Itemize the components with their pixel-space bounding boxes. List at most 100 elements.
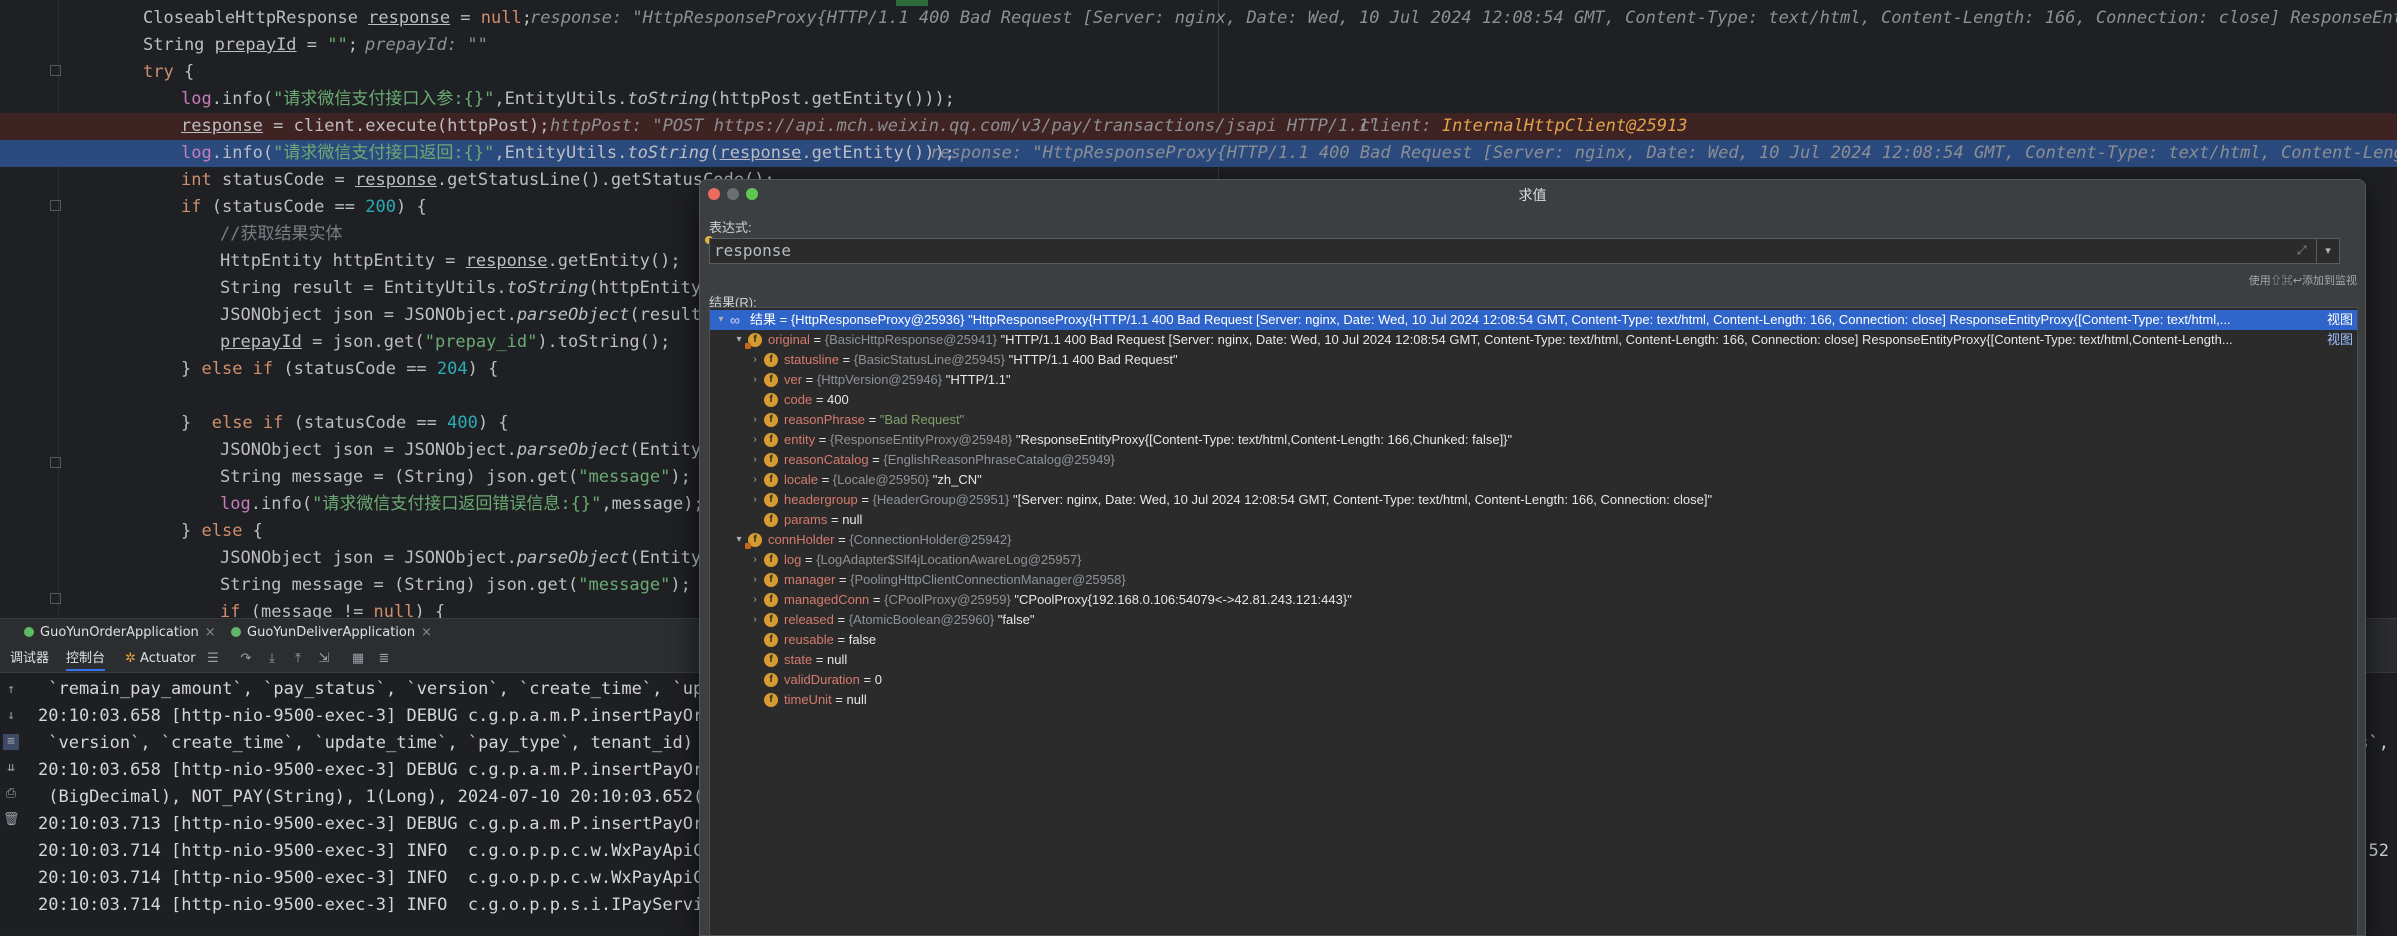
tree-row[interactable]: f reusable = false bbox=[710, 630, 2357, 650]
view-link[interactable]: 视图 bbox=[2327, 330, 2353, 350]
print-icon[interactable]: ⎙ bbox=[3, 786, 19, 802]
variable-value: "HttpResponseProxy{HTTP/1.1 400 Bad Requ… bbox=[968, 312, 2231, 327]
run-tab-order[interactable]: GuoYunOrderApplication × bbox=[24, 623, 216, 643]
run-to-cursor-icon[interactable]: ⇲ bbox=[316, 651, 332, 667]
soft-wrap-icon[interactable]: ≡ bbox=[3, 734, 19, 750]
fold-marker-icon[interactable] bbox=[50, 65, 61, 76]
code-token: CloseableHttpResponse bbox=[143, 8, 369, 28]
tab-actuator[interactable]: ✲ Actuator bbox=[125, 649, 196, 669]
tree-row[interactable]: › f manager = {PoolingHttpClientConnection… bbox=[710, 570, 2357, 590]
tree-row-content: state = null bbox=[784, 650, 847, 670]
tree-row-selected[interactable]: ▾ ∞ 结果 = {HttpResponseProxy@25936} "HttpRe… bbox=[710, 310, 2357, 330]
menu-icon[interactable]: ☰ bbox=[205, 651, 221, 667]
list-icon[interactable]: ≣ bbox=[376, 651, 392, 667]
result-tree[interactable]: ▾ ∞ 结果 = {HttpResponseProxy@25936} "HttpRe… bbox=[709, 307, 2358, 935]
tab-debugger[interactable]: 调试器 bbox=[10, 649, 49, 669]
variable-name: reasonCatalog bbox=[784, 452, 869, 467]
field-icon: f bbox=[764, 433, 778, 447]
chevron-right-icon[interactable]: › bbox=[750, 570, 760, 590]
step-over-icon[interactable]: ↷ bbox=[238, 651, 254, 667]
equals-sign: = bbox=[869, 592, 885, 607]
tree-row[interactable]: › f log = {LogAdapter$Slf4jLocationAwareLo… bbox=[710, 550, 2357, 570]
chevron-right-icon[interactable]: › bbox=[750, 370, 760, 390]
fold-marker-icon[interactable] bbox=[50, 593, 61, 604]
chevron-right-icon[interactable]: › bbox=[750, 550, 760, 570]
code-token: null bbox=[480, 8, 522, 28]
view-link[interactable]: 视图 bbox=[2327, 310, 2353, 330]
tree-row[interactable]: f timeUnit = null bbox=[710, 690, 2357, 710]
chevron-down-icon[interactable]: ▾ bbox=[734, 330, 744, 350]
inline-value-object: InternalHttpClient@25913 bbox=[1441, 116, 1688, 136]
tab-console[interactable]: 控制台 bbox=[66, 649, 106, 671]
variable-value: "Bad Request" bbox=[879, 412, 965, 427]
code-token: toString bbox=[506, 278, 589, 298]
field-icon: f bbox=[764, 553, 778, 567]
chevron-down-icon[interactable]: ▾ bbox=[734, 530, 744, 550]
tree-row-content: original = {BasicHttpResponse@25941} "HT… bbox=[768, 330, 2233, 350]
code-line[interactable]: log.info("请求微信支付接口返回:{}",EntityUtils.toS… bbox=[0, 140, 2397, 167]
chevron-right-icon[interactable]: › bbox=[750, 350, 760, 370]
chevron-right-icon[interactable]: › bbox=[750, 450, 760, 470]
code-token: "message" bbox=[578, 575, 671, 595]
expand-icon[interactable]: ⤢ bbox=[2297, 243, 2311, 257]
tree-row[interactable]: › f headergroup = {HeaderGroup@25951} "[Se… bbox=[710, 490, 2357, 510]
chevron-right-icon[interactable]: › bbox=[750, 590, 760, 610]
field-icon: f bbox=[764, 413, 778, 427]
scroll-to-end-icon[interactable]: ⇊ bbox=[3, 760, 19, 776]
arrow-down-icon[interactable]: ↓ bbox=[3, 708, 19, 724]
tree-row[interactable]: ▾ f connHolder = {ConnectionHolder@25942} bbox=[710, 530, 2357, 550]
tree-row[interactable]: › f statusline = {BasicStatusLine@25945} "… bbox=[710, 350, 2357, 370]
close-icon[interactable]: × bbox=[421, 625, 432, 640]
code-text: prepayId = json.get("prepay_id").toStrin… bbox=[220, 329, 670, 356]
code-text: } else { bbox=[181, 518, 263, 545]
tree-row[interactable]: f params = null bbox=[710, 510, 2357, 530]
code-token: log bbox=[181, 89, 212, 109]
tree-row[interactable]: f code = 400 bbox=[710, 390, 2357, 410]
equals-sign: = bbox=[809, 332, 825, 347]
code-line[interactable]: CloseableHttpResponse response = null; re… bbox=[0, 5, 2397, 32]
chevron-right-icon[interactable]: › bbox=[750, 610, 760, 630]
dialog-title: 求值 bbox=[1518, 187, 1547, 203]
tree-row[interactable]: › f released = {AtomicBoolean@25960} "fals… bbox=[710, 610, 2357, 630]
equals-sign: = bbox=[833, 632, 849, 647]
code-line[interactable]: log.info("请求微信支付接口入参:{}",EntityUtils.toS… bbox=[0, 86, 2397, 113]
step-into-icon[interactable]: ⤓ bbox=[264, 651, 280, 667]
console-line: (BigDecimal), NOT_PAY(String), 1(Long), … bbox=[38, 787, 745, 807]
code-line[interactable]: response = client.execute(httpPost); http… bbox=[0, 113, 2397, 140]
chevron-right-icon[interactable]: › bbox=[750, 410, 760, 430]
chevron-right-icon[interactable]: › bbox=[750, 470, 760, 490]
tree-row[interactable]: f state = null bbox=[710, 650, 2357, 670]
tree-row[interactable]: › f entity = {ResponseEntityProxy@25948} "… bbox=[710, 430, 2357, 450]
run-tab-deliver[interactable]: GuoYunDeliverApplication × bbox=[231, 623, 432, 643]
chevron-down-icon[interactable]: ▾ bbox=[716, 310, 726, 330]
fold-marker-icon[interactable] bbox=[50, 457, 61, 468]
tree-row[interactable]: f validDuration = 0 bbox=[710, 670, 2357, 690]
tree-row-content: timeUnit = null bbox=[784, 690, 867, 710]
tree-row[interactable]: › f reasonPhrase = "Bad Request" bbox=[710, 410, 2357, 430]
tree-row[interactable]: › f managedConn = {CPoolProxy@25959} "CPoo… bbox=[710, 590, 2357, 610]
code-line[interactable]: try { bbox=[0, 59, 2397, 86]
arrow-up-icon[interactable]: ↑ bbox=[3, 682, 19, 698]
step-out-icon[interactable]: ⤒ bbox=[290, 651, 306, 667]
code-text: if (message != null) { bbox=[220, 599, 445, 618]
debug-bug-icon bbox=[231, 627, 241, 637]
code-token: if bbox=[220, 602, 241, 618]
chevron-right-icon[interactable]: › bbox=[750, 430, 760, 450]
chevron-right-icon[interactable]: › bbox=[750, 490, 760, 510]
tree-row[interactable]: › f reasonCatalog = {EnglishReasonPhraseCa… bbox=[710, 450, 2357, 470]
code-line[interactable]: String prepayId = ""; prepayId: "" bbox=[0, 32, 2397, 59]
tree-row[interactable]: › f ver = {HttpVersion@25946} "HTTP/1.1" bbox=[710, 370, 2357, 390]
tree-row[interactable]: › f locale = {Locale@25950} "zh_CN" bbox=[710, 470, 2357, 490]
trash-icon[interactable]: 🗑 bbox=[3, 812, 20, 828]
dialog-titlebar[interactable]: 求值 bbox=[700, 180, 2365, 208]
fold-marker-icon[interactable] bbox=[50, 200, 61, 211]
code-token: (httpPost.getEntity())); bbox=[709, 89, 955, 109]
table-icon[interactable]: ▦ bbox=[350, 651, 366, 667]
chevron-down-icon[interactable]: ▾ bbox=[2316, 239, 2339, 263]
close-icon[interactable]: × bbox=[205, 625, 216, 640]
tree-row[interactable]: ▾ f original = {BasicHttpResponse@25941} "… bbox=[710, 330, 2357, 350]
expression-field[interactable]: ⤢ ▾ bbox=[709, 238, 2340, 264]
code-token: HttpEntity httpEntity = bbox=[220, 251, 466, 271]
expression-input[interactable] bbox=[714, 239, 2274, 263]
code-token: "请求微信支付接口返回:{}" bbox=[273, 143, 495, 163]
